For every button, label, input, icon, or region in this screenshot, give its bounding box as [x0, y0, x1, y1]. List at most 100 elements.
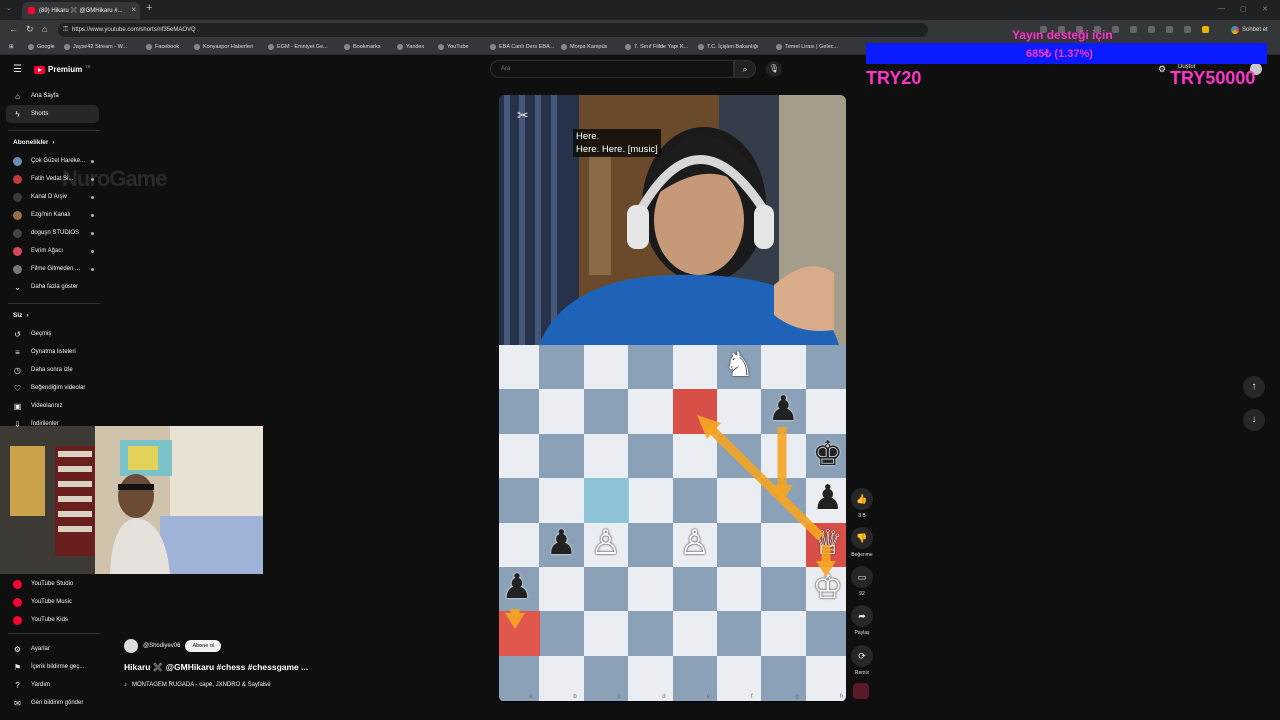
browser-tab[interactable]: (89) Hikaru ✖️ @GMHikaru #... ×: [22, 2, 140, 19]
show-more-label: Daha fazla göster: [31, 284, 79, 290]
sidebar-item-downloads[interactable]: ⇩ İndirilenler: [0, 415, 100, 433]
bookmark-item[interactable]: Google: [28, 44, 55, 50]
subscribe-button[interactable]: Abone ol: [185, 640, 222, 652]
minimize-icon[interactable]: —: [1218, 5, 1225, 12]
url-field[interactable]: ⚿ https://www.youtube.com/shorts/nf35eMA…: [58, 23, 928, 37]
bookmark-label: Yandex: [406, 44, 425, 50]
bookmark-icon: [146, 44, 152, 50]
extension-icon[interactable]: [1148, 26, 1155, 33]
share-action[interactable]: ➦ Paylaş: [848, 605, 876, 636]
lock-icon: ⚿: [63, 26, 69, 33]
sidebar-item-youtube-studio[interactable]: YouTube Studio: [0, 575, 100, 593]
remix-icon[interactable]: ⟳: [851, 645, 873, 667]
comments-action[interactable]: ▭ 92: [848, 566, 876, 597]
sidebar-subscription[interactable]: Kanal D Arşiv: [0, 188, 100, 206]
menu-icon[interactable]: ☰: [13, 64, 22, 75]
show-more-button[interactable]: ⌄ Daha fazla göster: [0, 278, 100, 296]
bookmark-item[interactable]: Temel Lirası | Gelec...: [776, 44, 838, 50]
apps-icon[interactable]: ⊞: [9, 44, 14, 50]
dislike-action[interactable]: 👎 Beğenme: [848, 527, 876, 558]
sidebar-item-shorts[interactable]: ϟ Shorts: [6, 105, 99, 123]
create-icon[interactable]: ⚙: [1158, 64, 1166, 75]
like-action[interactable]: 👍 3 B: [848, 488, 876, 519]
bookmark-item[interactable]: Bookmarks: [344, 44, 381, 50]
shorts-player[interactable]: ✂ Here. Here. Here. [music] ♞ ♟ ♚ ♟ ♟ ♙ ♙ ♕ ♟ ♔ a b…: [499, 95, 846, 702]
you-heading[interactable]: Siz ›: [13, 312, 29, 319]
share-icon[interactable]: ➦: [851, 605, 873, 627]
profile-icon[interactable]: [1202, 26, 1209, 33]
sidebar-item-ana-sayfa[interactable]: ⌂ Ana Sayfa: [0, 87, 100, 105]
comment-icon[interactable]: ▭: [851, 566, 873, 588]
tab-menu-icon[interactable]: ⌄: [6, 4, 12, 12]
bookmark-label: Konyaspor Haberleri: [203, 44, 254, 50]
sidebar-item-youtube-music[interactable]: YouTube Music: [0, 593, 100, 611]
bookmark-item[interactable]: Konyaspor Haberleri: [194, 44, 253, 50]
donation-min: TRY20: [866, 68, 922, 88]
reload-icon[interactable]: ↻: [26, 24, 34, 35]
sidebar-item-watch-later[interactable]: ◷ Daha sonra izle: [0, 361, 100, 379]
extension-icon[interactable]: [1184, 26, 1191, 33]
next-short-button[interactable]: ↓: [1243, 409, 1265, 431]
sidebar-item-label: Ayarlar: [31, 646, 50, 652]
bookmark-item[interactable]: Facebook: [146, 44, 179, 50]
sidebar-subscription[interactable]: Ezgi'nin Kanalı: [0, 206, 100, 224]
music-title: MONTAGEM RUGADA - cape, JXNDRO & Sayfals…: [132, 682, 271, 688]
back-icon[interactable]: ←: [9, 24, 18, 34]
video-frame[interactable]: ✂ Here. Here. Here. [music]: [499, 95, 846, 345]
new-tab-icon[interactable]: +: [146, 2, 152, 14]
bookmark-item[interactable]: Yandex: [397, 44, 424, 50]
tab-title: (89) Hikaru ✖️ @GMHikaru #...: [39, 8, 123, 14]
sidebar-item-help[interactable]: ? Yardım: [0, 676, 100, 694]
home-browser-icon[interactable]: ⌂: [42, 24, 47, 34]
sidebar-item-flag[interactable]: ⚑ İçerik bildirme geç...: [0, 658, 100, 676]
sidebar-subscription[interactable]: Çok Güzel Hareke...: [0, 152, 100, 170]
sidebar-item-settings[interactable]: ⚙ Ayarlar: [0, 640, 100, 658]
bookmark-item[interactable]: T.C. İçişleri Bakanlığı: [698, 44, 758, 50]
like-count: 3 B: [858, 513, 866, 519]
search-button[interactable]: ⌕: [734, 60, 756, 78]
subscriptions-heading[interactable]: Abonelikler ›: [13, 139, 55, 146]
youtube-logo[interactable]: Premium TR: [34, 64, 91, 74]
channel-avatar: [13, 192, 22, 202]
short-title[interactable]: Hikaru ✖️ @GMHikaru #chess #chessgame ..…: [124, 662, 308, 673]
extension-icon[interactable]: [1112, 26, 1119, 33]
bookmark-item[interactable]: Jayse42 Stream - W...: [64, 44, 127, 50]
close-tab-icon[interactable]: ×: [131, 5, 136, 14]
remix-action[interactable]: ⟳ Remix: [848, 645, 876, 676]
sidebar-item-your-videos[interactable]: ▣ Videolarınız: [0, 397, 100, 415]
sidebar-item-feedback[interactable]: ✉ Geri bildirim gönder: [0, 694, 100, 712]
bookmark-item[interactable]: EGM - Emniyet Ge...: [268, 44, 328, 50]
sidebar-subscription[interactable]: Fatih Vedat Si...: [0, 170, 100, 188]
sound-thumbnail[interactable]: [853, 683, 869, 699]
sidebar-item-history[interactable]: ↺ Geçmiş: [0, 325, 100, 343]
dislike-label: Beğenme: [851, 552, 873, 558]
sidebar-subscription[interactable]: Filme Gitmeden ...: [0, 260, 100, 278]
sidebar-item-label: İndirilenler: [31, 421, 59, 427]
extension-icon[interactable]: [1166, 26, 1173, 33]
bookmark-label: Bookmarks: [353, 44, 381, 50]
music-note-icon: ♪: [124, 682, 127, 688]
previous-short-button[interactable]: ↑: [1243, 376, 1265, 398]
extension-icon[interactable]: [1130, 26, 1137, 33]
channel-avatar[interactable]: [124, 639, 138, 653]
maximize-icon[interactable]: ▢: [1240, 5, 1247, 13]
sidebar-subscription[interactable]: doguşn STUDIOS: [0, 224, 100, 242]
voice-search-button[interactable]: 🎙: [766, 61, 782, 77]
sidebar-item-liked[interactable]: ♡ Beğendiğim videolar: [0, 379, 100, 397]
like-icon[interactable]: 👍: [851, 488, 873, 510]
bookmark-item[interactable]: EBA Canlı Ders EBA...: [490, 44, 554, 50]
channel-name[interactable]: @Shodiyev06: [143, 643, 180, 649]
bookmark-item[interactable]: YouTube: [438, 44, 469, 50]
close-window-icon[interactable]: ✕: [1262, 5, 1268, 13]
sidebar-item-playlists[interactable]: ≡ Oynatma listeleri: [0, 343, 100, 361]
logo-country: TR: [85, 64, 91, 69]
sidebar-item-youtube-kids[interactable]: YouTube Kids: [0, 611, 100, 629]
dislike-icon[interactable]: 👎: [851, 527, 873, 549]
chat-button[interactable]: Sohbet et: [1231, 24, 1268, 36]
search-input[interactable]: Ara: [490, 60, 734, 78]
bookmark-icon: [397, 44, 403, 50]
bookmark-item[interactable]: Morpa Kampüs: [561, 44, 607, 50]
sidebar-subscription[interactable]: Evrim Ağacı: [0, 242, 100, 260]
music-row[interactable]: ♪ MONTAGEM RUGADA - cape, JXNDRO & Sayfa…: [124, 682, 271, 688]
bookmark-item[interactable]: 7. Sınıf Fiilde Yapı K...: [625, 44, 688, 50]
